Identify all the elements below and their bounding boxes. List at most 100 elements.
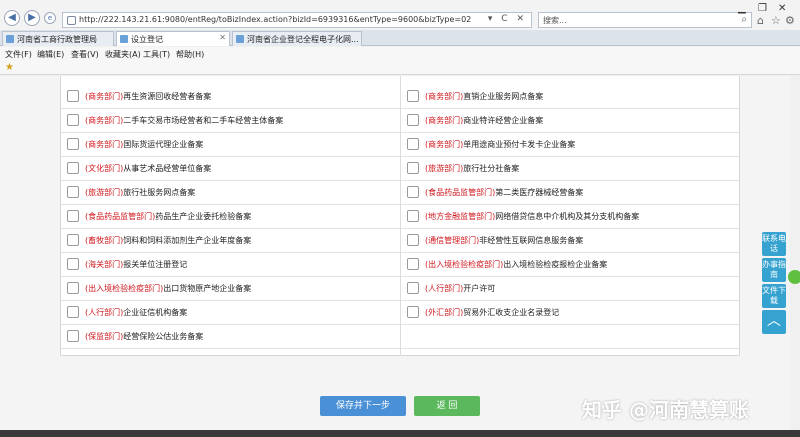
file-download-button[interactable]: 文件下载 [762,284,786,308]
filing-option[interactable]: (通信管理部门)非经营性互联网信息服务备案 [401,228,739,252]
minimize-icon[interactable]: ▁ [738,3,746,14]
guide-button[interactable]: 办事指南 [762,258,786,282]
filing-option[interactable]: (人行部门)企业征信机构备案 [61,300,399,324]
filing-checkbox[interactable] [67,114,79,126]
filing-name: 出入境检验检疫报检企业备案 [503,260,608,269]
filing-checkbox[interactable] [407,162,419,174]
filing-label: (畜牧部门)饲料和饲料添加剂生产企业年度备案 [85,235,251,246]
home-icon[interactable]: ⌂ [757,14,764,27]
favorites-add-icon[interactable]: ★ [5,62,14,73]
filing-checkbox[interactable] [407,138,419,150]
filing-checkbox[interactable] [67,90,79,102]
menu-bar: 文件(F) 编辑(E) 查看(V) 收藏夹(A) 工具(T) 帮助(H) [0,47,800,61]
filing-option[interactable]: (出入境检验检疫部门)出入境检验检疫报检企业备案 [401,252,739,276]
filing-checkbox[interactable] [407,186,419,198]
department-tag: (通信管理部门) [425,236,480,245]
tab-quancheng[interactable]: 河南省企业登记全程电子化网... [232,31,362,46]
chevron-up-icon[interactable]: ︿ [762,310,786,334]
tab-favicon-icon [236,35,244,43]
filing-label: (通信管理部门)非经营性互联网信息服务备案 [425,235,583,246]
filing-option[interactable]: (食品药品监管部门)药品生产企业委托检验备案 [61,204,399,228]
department-tag: (商务部门) [85,140,124,149]
filing-checkbox[interactable] [407,90,419,102]
filing-checkbox[interactable] [407,282,419,294]
filing-option[interactable]: (保监部门)经营保险公估业务备案 [61,324,399,348]
back-button[interactable]: 返 回 [414,396,480,416]
close-icon[interactable]: ✕ [778,3,786,14]
forward-arrow-icon[interactable]: ▶ [24,10,40,26]
menu-tools[interactable]: 工具(T) [143,49,170,60]
filing-checkbox[interactable] [67,258,79,270]
filing-option[interactable]: (出入境检验检疫部门)出口货物原产地企业备案 [61,276,399,300]
filing-option[interactable]: (商务部门)单用途商业预付卡发卡企业备案 [401,132,739,156]
filing-checkbox[interactable] [67,330,79,342]
filing-label: (食品药品监管部门)药品生产企业委托检验备案 [85,211,251,222]
favorites-bar: ★ [0,61,800,75]
department-tag: (商务部门) [425,140,464,149]
row-separator [61,348,739,349]
menu-favorites[interactable]: 收藏夹(A) [105,49,141,60]
filing-option[interactable]: (地方金融监管部门)网络借贷信息中介机构及其分支机构备案 [401,204,739,228]
filing-options-panel: (商务部门)再生资源回收经营者备案 (商务部门)直销企业服务网点备案 (商务部门)二… [60,76,740,356]
filing-option[interactable]: (海关部门)报关单位注册登记 [61,252,399,276]
filing-name: 旅行社服务网点备案 [123,188,196,197]
search-icon[interactable]: ⌕ [741,14,747,25]
department-tag: (畜牧部门) [85,236,124,245]
menu-help[interactable]: 帮助(H) [176,49,204,60]
filing-checkbox[interactable] [67,138,79,150]
filing-option[interactable]: (商务部门)商业特许经营企业备案 [401,108,739,132]
menu-file[interactable]: 文件(F) [5,49,32,60]
filing-checkbox[interactable] [407,306,419,318]
gear-icon[interactable]: ⚙ [785,14,795,27]
filing-option[interactable]: (人行部门)开户许可 [401,276,739,300]
address-controls[interactable]: ▾ C ✕ [488,14,527,24]
filing-option[interactable]: (商务部门)直销企业服务网点备案 [401,84,739,108]
tab-close-icon[interactable]: ✕ [219,33,226,42]
filing-option[interactable]: (食品药品监管部门)第二类医疗器械经营备案 [401,180,739,204]
filing-label: (商务部门)二手车交易市场经营者和二手车经营主体备案 [85,115,283,126]
page-scrollbar[interactable] [790,76,800,437]
filing-option[interactable]: (文化部门)从事艺术品经营单位备案 [61,156,399,180]
filing-label: (出入境检验检疫部门)出入境检验检疫报检企业备案 [425,259,607,270]
back-arrow-icon[interactable]: ◀ [4,10,20,26]
filing-option[interactable]: (畜牧部门)饲料和饲料添加剂生产企业年度备案 [61,228,399,252]
filing-label: (旅游部门)旅行社分社备案 [425,163,519,174]
filing-option[interactable]: (旅游部门)旅行社服务网点备案 [61,180,399,204]
filing-checkbox[interactable] [67,186,79,198]
filing-name: 国际货运代理企业备案 [123,140,204,149]
filing-option[interactable]: (外汇部门)贸易外汇收支企业名录登记 [401,300,739,324]
filing-checkbox[interactable] [67,234,79,246]
filing-option[interactable]: (商务部门)二手车交易市场经营者和二手车经营主体备案 [61,108,399,132]
filing-checkbox[interactable] [407,234,419,246]
maximize-icon[interactable]: ❐ [758,3,767,14]
search-input[interactable]: 搜索... [543,15,567,26]
filing-name: 出口货物原产地企业备案 [163,284,252,293]
search-box[interactable]: 搜索... ⌕ [538,12,752,28]
save-next-button[interactable]: 保存并下一步 [320,396,406,416]
filing-option[interactable]: (旅游部门)旅行社分社备案 [401,156,739,180]
filing-option[interactable]: (商务部门)再生资源回收经营者备案 [61,84,399,108]
tab-label: 河南省企业登记全程电子化网... [247,35,359,44]
filing-checkbox[interactable] [407,258,419,270]
filing-checkbox[interactable] [67,210,79,222]
filing-option[interactable]: (商务部门)国际货运代理企业备案 [61,132,399,156]
favorites-star-icon[interactable]: ☆ [771,14,781,27]
tab-favicon-icon [6,35,14,43]
address-bar[interactable]: http://222.143.21.61:9080/entReg/toBizIn… [62,12,532,28]
menu-edit[interactable]: 编辑(E) [37,49,64,60]
filing-name: 旅行社分社备案 [463,164,520,173]
filing-label: (人行部门)开户许可 [425,283,495,294]
filing-checkbox[interactable] [407,114,419,126]
tab-gongshang[interactable]: 河南省工商行政管理局 [2,31,114,46]
filing-checkbox[interactable] [67,282,79,294]
filing-label: (地方金融监管部门)网络借贷信息中介机构及其分支机构备案 [425,211,639,222]
contact-phone-button[interactable]: 联系电话 [762,232,786,256]
menu-view[interactable]: 查看(V) [71,49,99,60]
tab-sheli-dengji[interactable]: 设立登记 ✕ [116,31,230,46]
filing-checkbox[interactable] [67,306,79,318]
browser-toolbar: ◀ ▶ e http://222.143.21.61:9080/entReg/t… [0,0,800,30]
filing-checkbox[interactable] [67,162,79,174]
address-url[interactable]: http://222.143.21.61:9080/entReg/toBizIn… [79,15,471,24]
filing-checkbox[interactable] [407,210,419,222]
page-icon: e [44,12,56,24]
